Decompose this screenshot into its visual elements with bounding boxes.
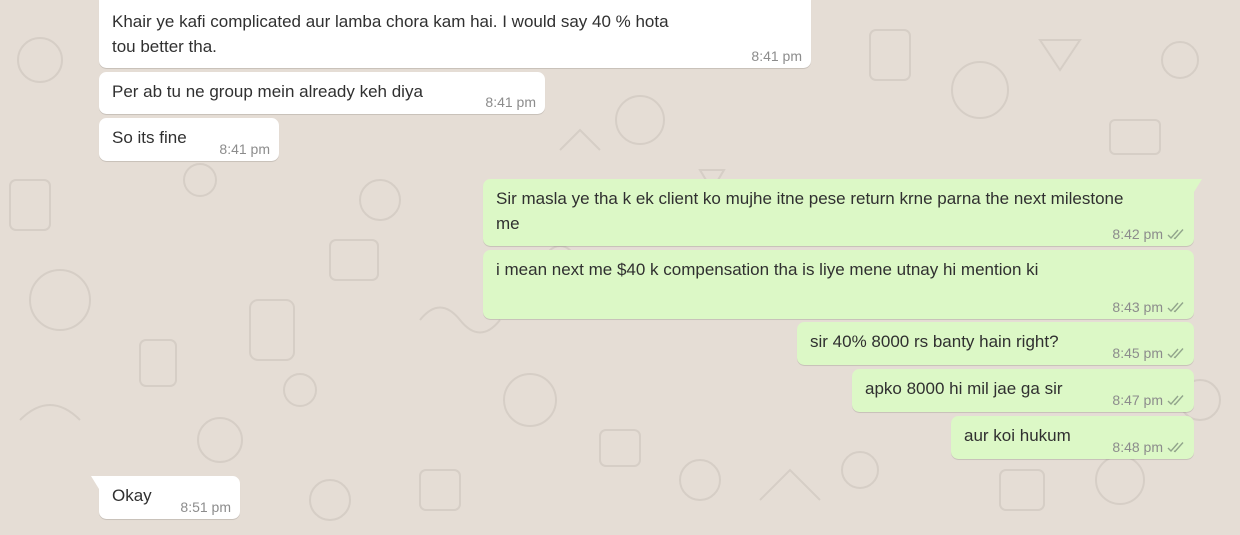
double-check-icon: [1167, 229, 1184, 240]
message-meta: 8:43 pm: [1112, 300, 1185, 315]
message-time: 8:43 pm: [1112, 299, 1163, 315]
message-meta: 8:48 pm: [1112, 440, 1185, 455]
message-time: 8:51 pm: [180, 499, 231, 515]
double-check-icon: [1167, 442, 1184, 453]
message-bubble-outgoing[interactable]: Sir masla ye tha k ek client ko mujhe it…: [483, 179, 1202, 246]
message-bubble-outgoing[interactable]: aur koi hukum 8:48 pm: [951, 416, 1194, 459]
message-meta: 8:41 pm: [751, 49, 802, 64]
message-meta: 8:45 pm: [1112, 346, 1185, 361]
message-bubble-incoming[interactable]: Okay 8:51 pm: [91, 476, 240, 519]
message-bubble-outgoing[interactable]: apko 8000 hi mil jae ga sir 8:47 pm: [852, 369, 1194, 412]
message-time: 8:42 pm: [1112, 226, 1163, 242]
message-bubble-outgoing[interactable]: i mean next me $40 k compensation tha is…: [483, 250, 1194, 319]
message-time: 8:41 pm: [485, 94, 536, 110]
message-time: 8:41 pm: [751, 48, 802, 64]
message-time: 8:47 pm: [1112, 392, 1163, 408]
message-meta: 8:41 pm: [219, 142, 270, 157]
message-bubble-outgoing[interactable]: sir 40% 8000 rs banty hain right? 8:45 p…: [797, 322, 1194, 365]
message-meta: 8:47 pm: [1112, 393, 1185, 408]
double-check-icon: [1167, 348, 1184, 359]
message-text: Per ab tu ne group mein already keh diya: [112, 82, 423, 101]
message-bubble-incoming[interactable]: So its fine 8:41 pm: [99, 118, 279, 161]
double-check-icon: [1167, 302, 1184, 313]
message-bubble-incoming[interactable]: Per ab tu ne group mein already keh diya…: [99, 72, 545, 114]
message-bubble-incoming[interactable]: Khair ye kafi complicated aur lamba chor…: [99, 0, 811, 68]
message-time: 8:41 pm: [219, 141, 270, 157]
double-check-icon: [1167, 395, 1184, 406]
message-text: Khair ye kafi complicated aur lamba chor…: [112, 12, 669, 56]
message-text: Sir masla ye tha k ek client ko mujhe it…: [496, 189, 1124, 233]
message-meta: 8:41 pm: [485, 95, 536, 110]
message-meta: 8:51 pm: [180, 500, 231, 515]
message-time: 8:48 pm: [1112, 439, 1163, 455]
message-meta: 8:42 pm: [1112, 227, 1185, 242]
message-text: i mean next me $40 k compensation tha is…: [496, 260, 1039, 279]
message-time: 8:45 pm: [1112, 345, 1163, 361]
